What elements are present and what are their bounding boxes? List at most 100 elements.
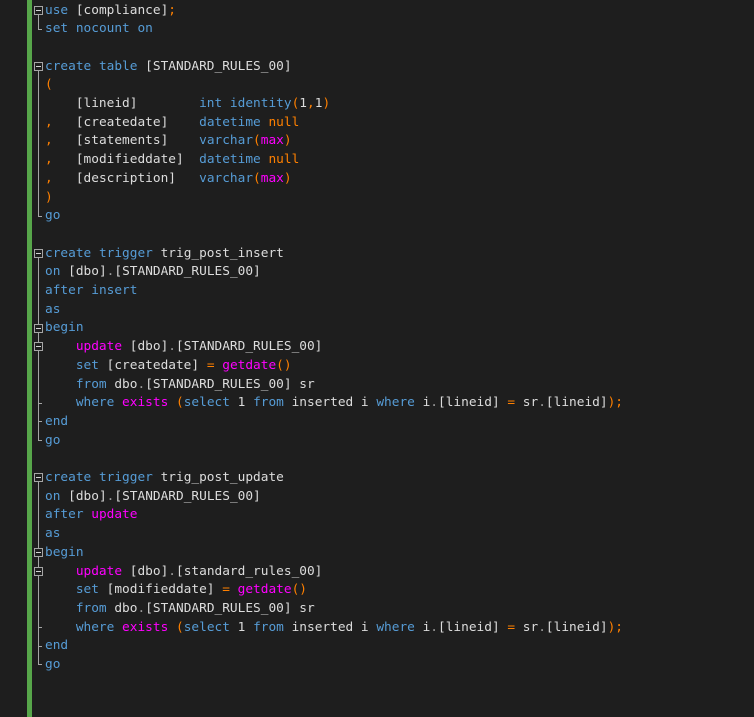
code-token: inserted i [291,619,377,635]
collapse-toggle-icon[interactable] [34,342,43,352]
fold-guide-line [38,14,39,29]
code-token: 1 [237,395,254,411]
code-token: select [183,619,238,635]
code-token: null [268,152,300,168]
code-token: ( [175,395,184,411]
code-line[interactable]: update [dbo].[standard_rules_00] [45,562,323,581]
code-line[interactable]: create table [STANDARD_RULES_00] [45,57,292,76]
code-token: [lineid] [45,96,200,111]
code-line[interactable]: end [45,636,68,655]
code-token: ) [283,133,292,149]
code-token: go [45,432,61,448]
code-line[interactable]: set nocount on [45,19,153,38]
code-token: trig_post_insert [160,245,284,261]
fold-end-tick [38,664,42,666]
code-token: set [45,582,107,598]
code-line[interactable]: from dbo.[STANDARD_RULES_00] sr [45,375,315,394]
code-token: ( [253,170,261,186]
code-token: getdate [222,357,277,373]
collapse-toggle-icon[interactable] [34,248,43,258]
code-token: trigger [98,245,161,261]
code-token: ); [607,395,623,411]
code-line[interactable]: on [dbo].[STANDARD_RULES_00] [45,487,261,506]
code-line[interactable]: on [dbo].[STANDARD_RULES_00] [45,262,261,281]
code-line[interactable]: create trigger trig_post_update [45,468,284,487]
collapse-toggle-icon[interactable] [34,566,43,576]
code-token: , [307,96,315,111]
code-token: create [45,245,99,261]
collapse-toggle-icon[interactable] [34,473,43,483]
code-token: set [45,21,76,37]
code-line[interactable]: set [modifieddate] = getdate() [45,580,307,599]
code-token: [description] [52,170,200,186]
code-line[interactable]: , [createdate] datetime null [45,113,299,132]
code-line[interactable]: set [createdate] = getdate() [45,356,292,375]
code-line[interactable]: where exists (select 1 from inserted i w… [45,393,623,412]
code-token: from [45,376,115,392]
code-token: create [45,58,99,74]
code-line[interactable]: after update [45,505,137,524]
code-token: . [168,339,176,355]
code-token: . [430,395,439,411]
code-token: varchar [199,170,254,186]
code-line[interactable]: , [statements] varchar(max) [45,131,292,150]
code-line[interactable]: from dbo.[STANDARD_RULES_00] sr [45,599,315,618]
code-token: update [45,563,130,579]
fold-guide-line [38,70,39,216]
code-token: ( [175,619,184,635]
code-token: 1 [299,96,307,111]
code-editor[interactable]: use [compliance]; set nocount on create ta… [0,0,754,717]
code-line[interactable]: where exists (select 1 from inserted i w… [45,618,623,637]
code-line[interactable]: create trigger trig_post_insert [45,244,284,263]
code-token: 1 [237,619,254,635]
code-line[interactable]: after insert [45,281,137,300]
code-token: [lineid] [545,619,608,635]
code-token: datetime [199,114,269,130]
code-token: ); [607,619,623,635]
code-line[interactable]: [lineid] int identity(1,1) [45,94,330,113]
code-token: [lineid] [438,619,508,635]
code-line[interactable]: end [45,412,68,431]
code-token: where [376,395,423,411]
code-token: null [268,114,300,130]
code-line[interactable]: , [modifieddate] datetime null [45,150,299,169]
code-line[interactable]: begin [45,543,84,562]
code-token: use [45,2,76,18]
code-token: , [45,170,53,186]
code-line[interactable]: as [45,524,60,543]
code-token: . [538,619,546,635]
code-line[interactable]: as [45,300,60,319]
fold-guide-line [38,575,39,627]
code-token: on [45,264,69,280]
change-tracking-bar [27,0,32,717]
code-line[interactable]: update [dbo].[STANDARD_RULES_00] [45,337,323,356]
code-token: , [45,133,53,149]
code-token: , [45,114,53,130]
code-line[interactable]: begin [45,318,84,337]
code-line[interactable]: go [45,431,60,450]
code-line[interactable]: go [45,206,60,225]
code-line[interactable]: go [45,655,60,674]
collapse-toggle-icon[interactable] [34,5,43,15]
code-line[interactable]: use [compliance]; [45,1,176,20]
code-token: = [206,357,223,373]
code-token: [STANDARD_RULES_00] sr [145,600,315,616]
code-line[interactable]: , [description] varchar(max) [45,169,292,188]
collapse-toggle-icon[interactable] [34,548,43,558]
code-line[interactable]: ( [45,75,53,94]
code-token: ( [45,77,53,93]
collapse-toggle-icon[interactable] [34,323,43,333]
code-token: trigger [98,470,161,485]
code-token: . [538,395,546,411]
code-line[interactable]: ) [45,188,53,207]
code-token: max [260,133,284,149]
line-gutter [0,0,27,717]
code-token: = [507,395,523,411]
fold-end-tick [38,439,42,441]
code-token: inserted i [291,395,377,411]
code-token: go [45,208,61,224]
code-token: from [45,600,115,616]
code-token: where [376,619,423,635]
fold-end-tick [38,28,42,30]
collapse-toggle-icon[interactable] [34,61,43,71]
